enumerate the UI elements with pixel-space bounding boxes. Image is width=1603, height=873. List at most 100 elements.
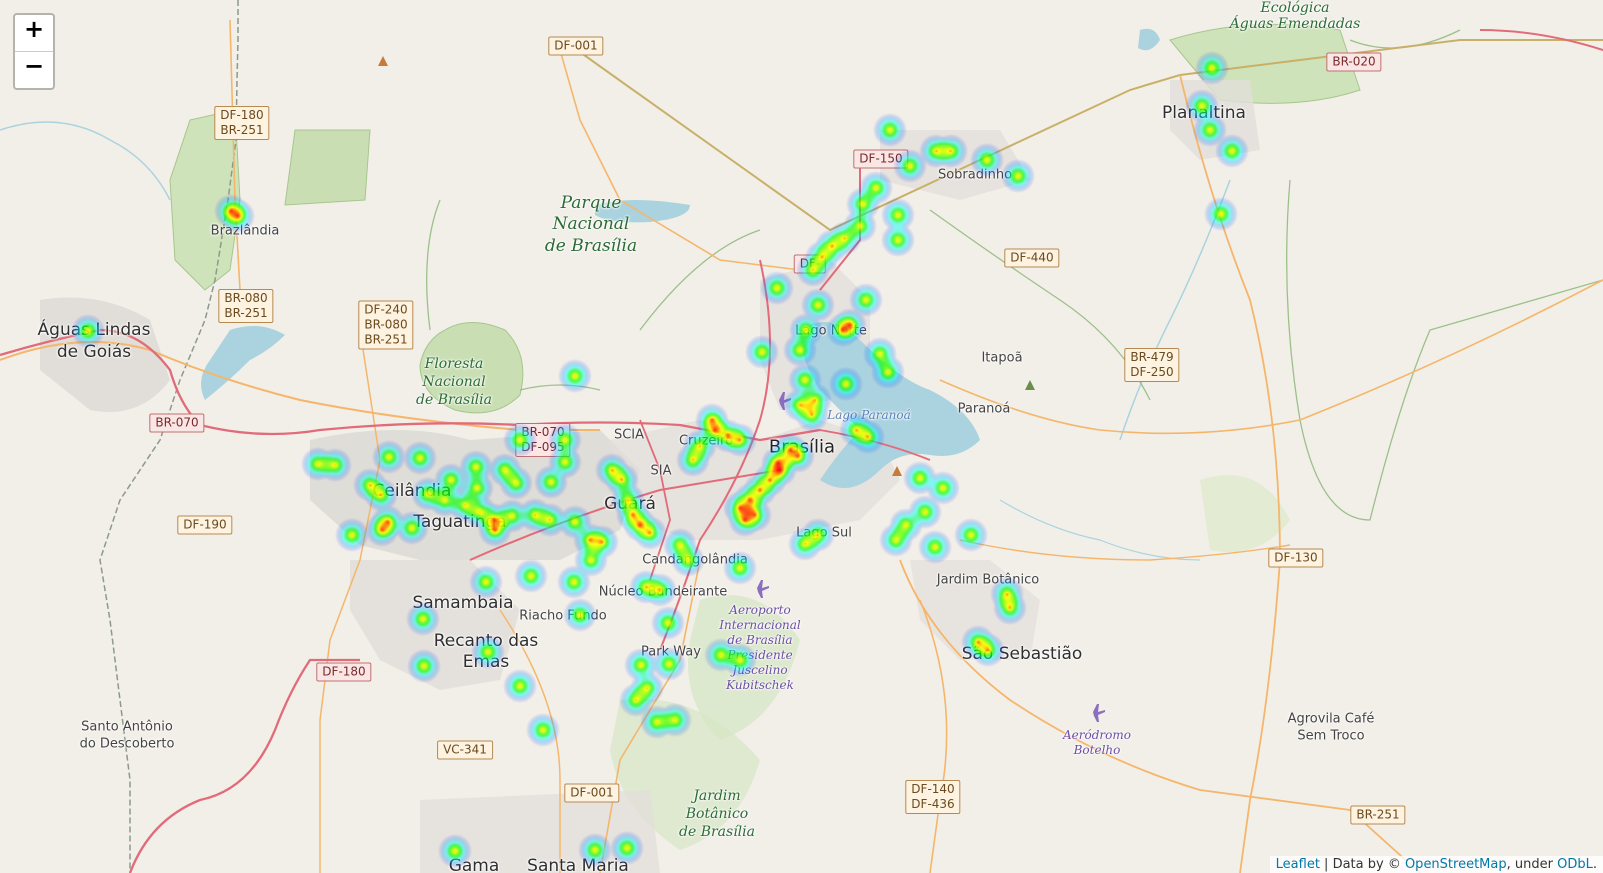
place-label: SIA [650,463,672,479]
place-label: Emas [462,652,510,672]
place-label: Floresta [424,356,484,372]
place-label: Ceilândia [372,481,452,501]
map-container[interactable]: Ecológica Águas Emendadas Planaltina Sobrad… [0,0,1603,873]
place-label: Taguatinga [413,512,507,532]
place-label: Cruzeiro [678,433,734,449]
attribution-sep: | Data by © [1319,857,1405,872]
road-shield-line: DF-130 [1274,550,1318,565]
place-label: Riacho Fundo [519,608,607,624]
place-label: Samambaia [412,593,514,613]
place-label: Jardim [693,788,741,804]
place-label: de Goiás [56,342,132,362]
road-shield-line: DF-001 [570,785,614,800]
road-shield-line: BR-020 [1332,54,1376,69]
place-label: Gama [448,856,500,873]
zoom-control: + − [13,13,55,90]
road-shield-line: DF-440 [1010,250,1054,265]
place-label: Presidente [727,648,793,662]
place-label: Planaltina [1162,103,1246,123]
road-shield: BR-251 [1350,805,1406,825]
road-shield: BR-070 [149,413,205,433]
road-shield: DF-180 BR-251 [214,106,270,140]
place-label: Candangolândia [642,552,748,568]
road-shield: BR-080 BR-251 [218,289,274,323]
attribution-end: . [1592,857,1597,872]
place-label: do Descoberto [79,736,175,752]
road-shield-line: BR-251 [364,332,408,347]
road-shield-line: DF-180 [322,664,366,679]
road-shield: BR-070 DF-095 [515,423,571,457]
place-label: Brazlândia [210,223,280,239]
road-shield-line: DF-190 [183,517,227,532]
place-label: Santo Antônio [81,719,173,735]
road-shield: DF-001 [564,783,620,803]
place-label: de Brasília [416,392,492,408]
road-shield-line: VC-341 [443,742,487,757]
attribution-under: , under [1506,857,1558,872]
road-shield-line: BR-251 [1356,807,1400,822]
road-shield-line: BR-070 [155,415,199,430]
osm-link[interactable]: OpenStreetMap [1405,857,1507,872]
place-label: Sobradinho [937,167,1013,183]
place-label: Itapoã [981,350,1023,366]
road-shield: DF-001 [548,36,604,56]
place-label: Agrovila Café [1287,711,1375,727]
road-shield: DF-440 [1004,248,1060,268]
road-shield-line: BR-070 [521,425,565,439]
odbl-link[interactable]: ODbL [1557,857,1593,872]
road-shield: DF-130 [1268,548,1324,568]
place-label: Jardim Botânico [936,572,1040,588]
road-shield-line: BR-251 [224,306,268,320]
place-label: Ecológica [1260,0,1330,16]
place-label: Park Way [641,644,701,660]
place-label: Santa Maria [527,856,629,873]
place-label: Recanto das [433,631,539,651]
road-shield: DF-180 [316,662,372,682]
place-label: Nacional [552,214,630,234]
leaflet-link[interactable]: Leaflet [1276,857,1320,872]
place-label: Lago Norte [795,323,867,339]
place-label: Parque [560,193,622,213]
zoom-in-button[interactable]: + [15,15,53,51]
road-shield-line: DF-436 [911,797,955,811]
road-shield: DF-150 [853,149,909,169]
road-shield: DF- [793,254,827,274]
road-shield-line: DF-250 [1130,365,1174,379]
place-label: de Brasília [544,236,638,256]
place-label: Internacional [719,618,801,632]
road-shield-line: BR-080 [224,291,268,305]
road-shield-line: DF-140 [911,782,955,796]
place-label: São Sebastião [961,644,1083,664]
place-label: Brasília [768,436,836,458]
road-shield-line: DF-150 [859,151,903,166]
road-shield-line: DF-001 [554,38,598,53]
place-label: Núcleo Bandeirante [598,584,728,600]
place-label: Botânico [685,806,749,822]
place-label: de Brasília [679,824,755,840]
place-label: Kubitschek [726,678,794,692]
place-label: Nacional [422,374,486,390]
road-shield: BR-020 [1326,52,1382,72]
place-label: Águas Emendadas [1229,16,1361,32]
map-attribution: Leaflet | Data by © OpenStreetMap, under… [1269,856,1603,873]
zoom-out-button[interactable]: − [15,51,53,88]
road-shield: DF-240 BR-080 BR-251 [358,300,414,350]
place-label: Lago Paranoá [827,408,911,422]
place-label: de Brasília [727,633,793,647]
road-shield-line: BR-251 [220,123,264,137]
road-shield-line: DF- [799,256,821,271]
road-shield-line: DF-240 [364,302,408,317]
place-label: Juscelino [732,663,788,677]
road-shield-line: BR-080 [364,317,408,332]
road-shield-line: DF-180 [220,108,264,122]
road-shield: BR-479 DF-250 [1124,348,1180,382]
place-label: Guará [604,494,656,514]
place-label: Aeroporto [729,603,791,617]
road-shield: DF-140 DF-436 [905,780,961,814]
place-label: Paranoá [957,401,1011,417]
place-label: Aeródromo [1063,728,1131,742]
road-shield-line: DF-095 [521,440,565,454]
road-shield: VC-341 [437,740,493,760]
place-label: Águas Lindas [37,320,151,340]
place-label: Lago Sul [796,525,852,541]
